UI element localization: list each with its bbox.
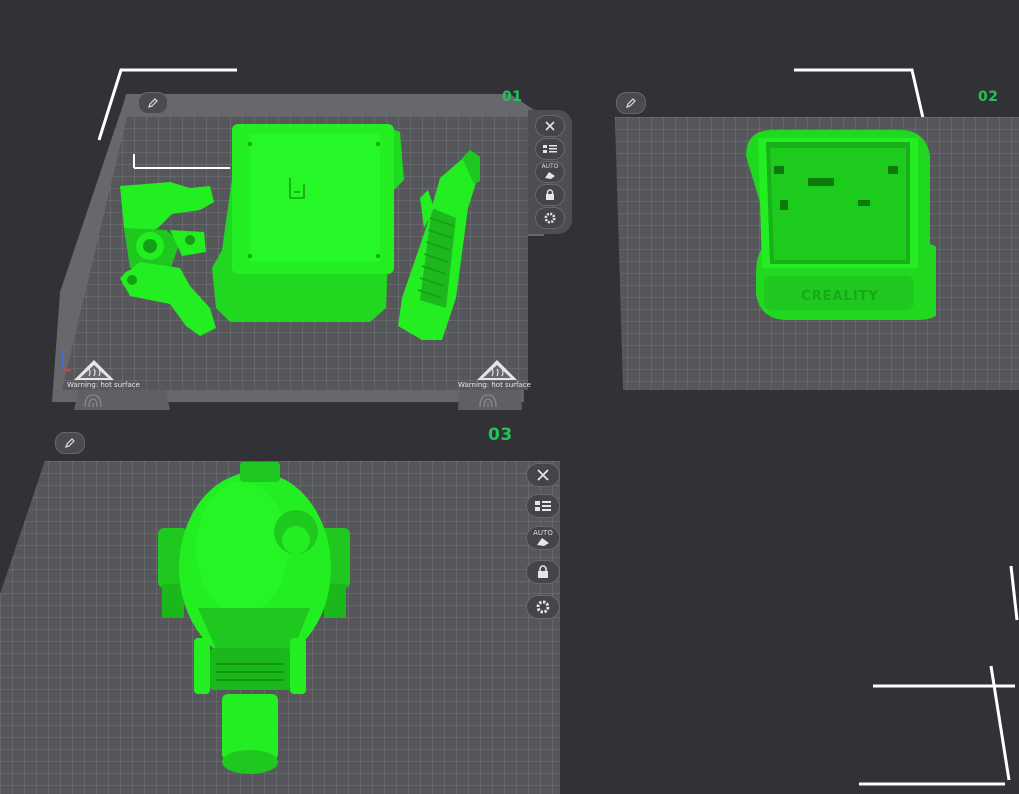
plate-03-number: 03 bbox=[488, 425, 513, 445]
plate-03-auto-orient-button[interactable]: AUTO bbox=[526, 526, 560, 550]
hot-surface-warning-text: Warning: hot surface bbox=[67, 381, 140, 389]
lock-icon bbox=[546, 189, 554, 200]
arrange-icon bbox=[543, 145, 557, 153]
edit-icon bbox=[148, 98, 158, 108]
plate-03-models[interactable] bbox=[150, 458, 360, 778]
hot-surface-warning-icon bbox=[477, 360, 517, 380]
close-icon bbox=[537, 469, 549, 481]
plate-01-models[interactable] bbox=[110, 118, 480, 346]
plate-02-models[interactable]: CREALITY bbox=[740, 126, 936, 326]
plate-03-lock-button[interactable] bbox=[526, 560, 560, 584]
auto-label: AUTO bbox=[541, 163, 559, 170]
plate-01-number: 01 bbox=[502, 89, 523, 105]
arrange-icon bbox=[535, 501, 551, 511]
plate-01-close-button[interactable] bbox=[535, 115, 565, 137]
plate-01-auto-orient-button[interactable]: AUTO bbox=[535, 161, 565, 183]
plate-01-settings-button[interactable] bbox=[535, 207, 565, 229]
plate-01-lock-button[interactable] bbox=[535, 184, 565, 206]
lock-icon bbox=[538, 565, 548, 578]
plate-01-arrange-button[interactable] bbox=[535, 138, 565, 160]
hot-surface-warning-text: Warning: hot surface bbox=[458, 381, 531, 389]
close-icon bbox=[545, 121, 555, 131]
plate-03-close-button[interactable] bbox=[526, 463, 560, 487]
settings-icon bbox=[544, 212, 556, 224]
settings-icon bbox=[536, 600, 550, 614]
hot-surface-warning-icon bbox=[74, 360, 114, 380]
camera-frame-bottom-right bbox=[859, 565, 1019, 786]
auto-label: AUTO bbox=[533, 529, 553, 537]
fingerprint-icon bbox=[479, 394, 497, 408]
plate-02-number: 02 bbox=[978, 89, 999, 105]
plate-03-settings-button[interactable] bbox=[526, 595, 560, 619]
edit-icon bbox=[626, 98, 636, 108]
plate-03-edit-button[interactable] bbox=[55, 432, 85, 454]
auto-orient-icon bbox=[537, 537, 549, 546]
edit-icon bbox=[65, 438, 75, 448]
plate-01-edit-button[interactable] bbox=[138, 92, 168, 114]
fingerprint-icon bbox=[84, 394, 102, 408]
auto-orient-icon bbox=[545, 171, 555, 179]
plate-02-edit-button[interactable] bbox=[616, 92, 646, 114]
plate-03-arrange-button[interactable] bbox=[526, 494, 560, 518]
case-brand-text: CREALITY bbox=[801, 289, 879, 304]
